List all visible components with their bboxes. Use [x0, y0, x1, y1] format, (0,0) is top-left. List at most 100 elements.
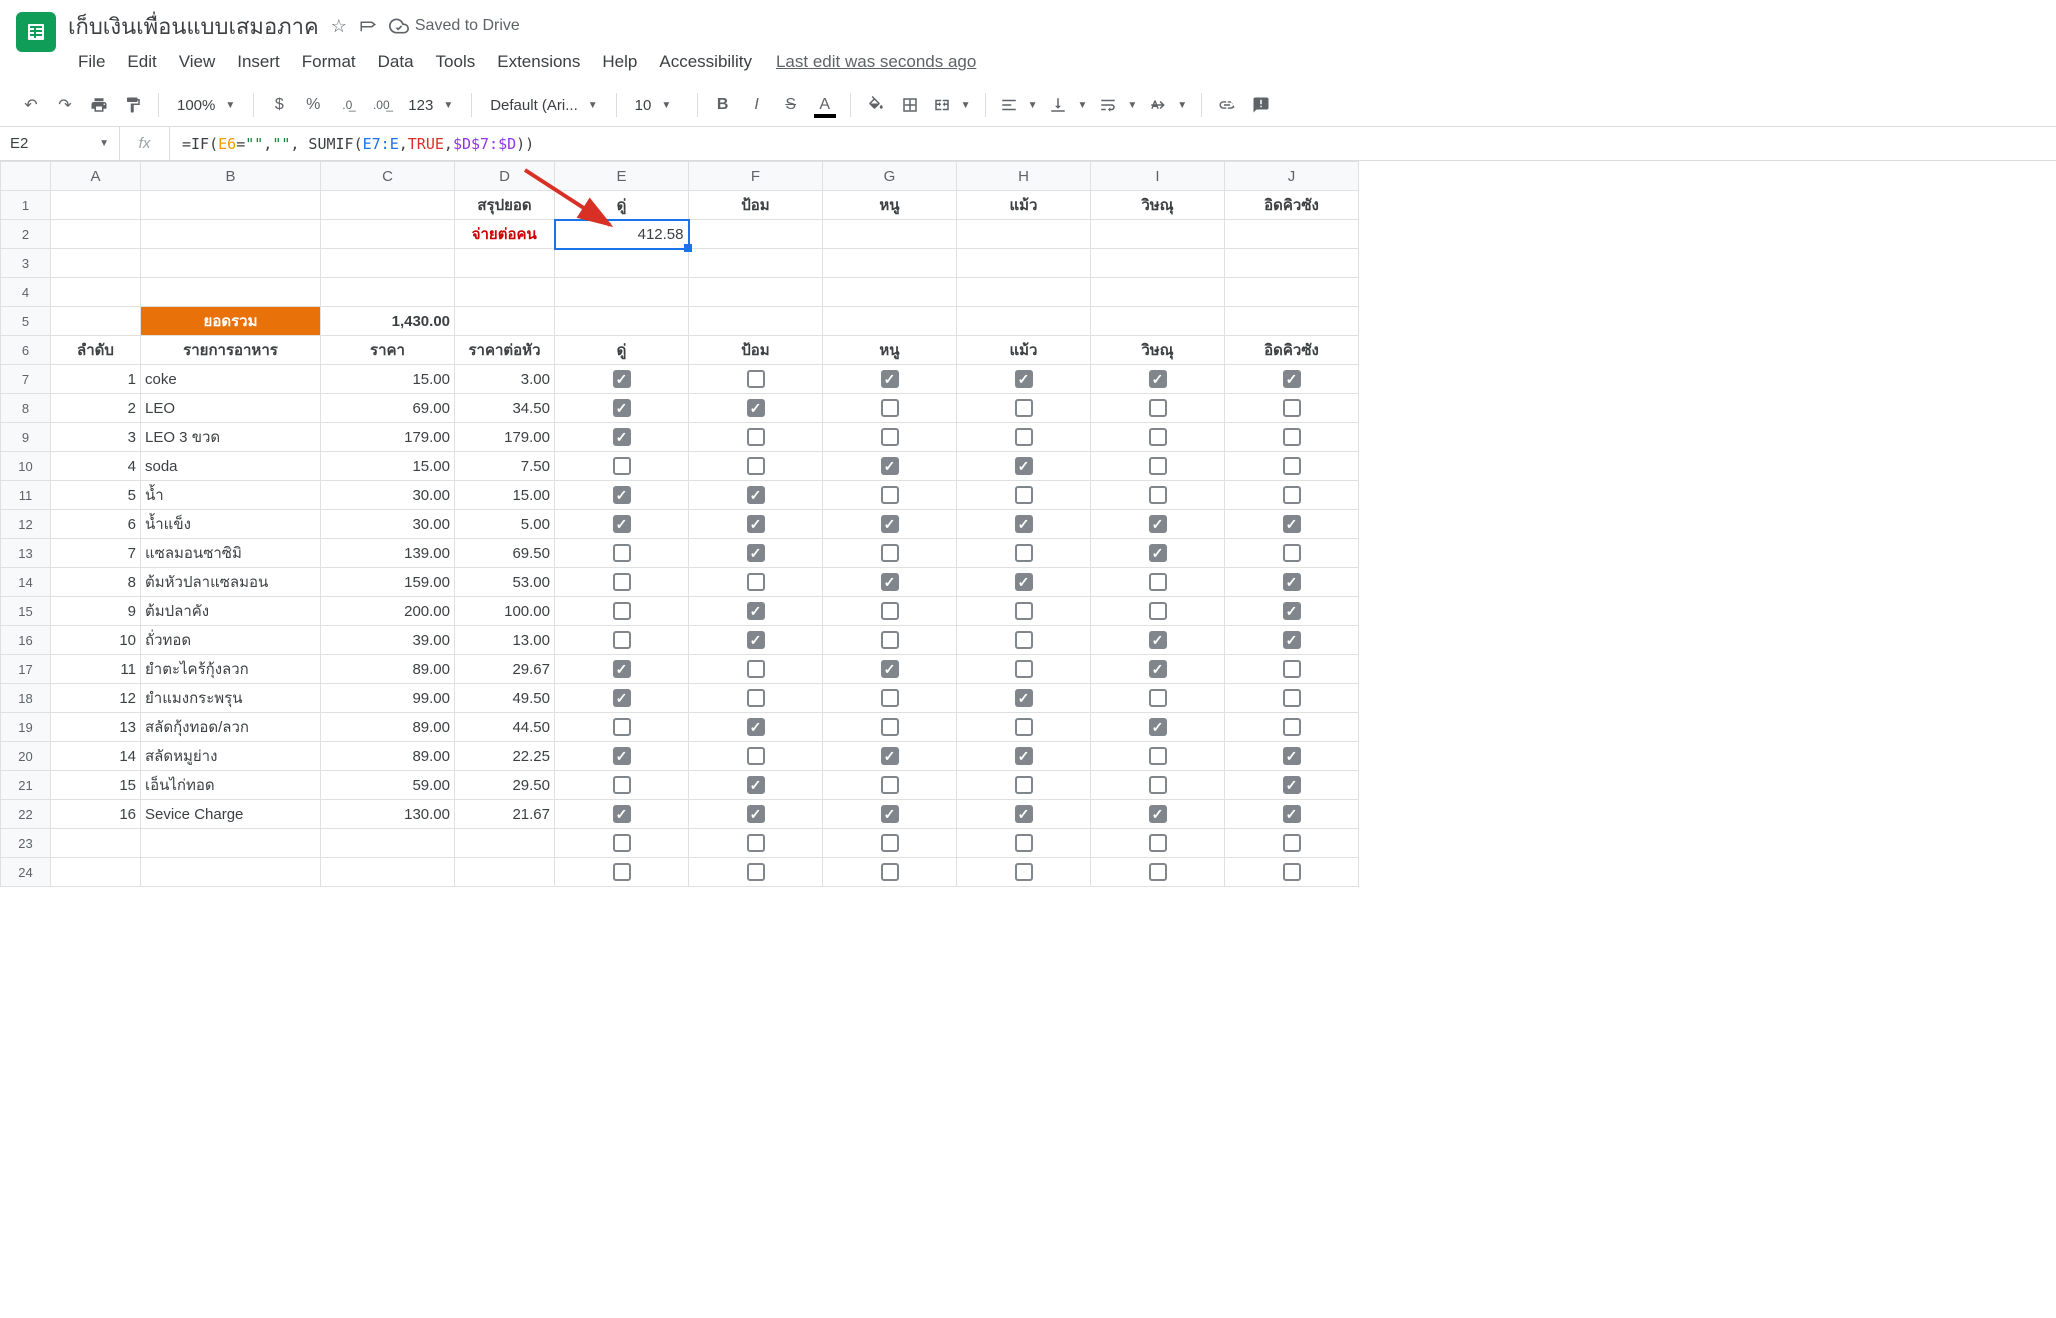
cell-chk-24-4[interactable] [1091, 858, 1225, 887]
currency-button[interactable]: $ [264, 90, 294, 120]
cell-chk-13-3[interactable] [957, 539, 1091, 568]
cell-chk-15-3[interactable] [957, 597, 1091, 626]
checkbox[interactable] [1283, 457, 1301, 475]
sheets-logo[interactable] [16, 12, 56, 52]
menu-tools[interactable]: Tools [426, 48, 486, 76]
row-header-22[interactable]: 22 [1, 800, 51, 829]
cell-chk-17-3[interactable] [957, 655, 1091, 684]
checkbox[interactable] [1015, 573, 1033, 591]
menu-accessibility[interactable]: Accessibility [649, 48, 762, 76]
bold-button[interactable]: B [708, 90, 738, 120]
row-header-8[interactable]: 8 [1, 394, 51, 423]
checkbox[interactable] [747, 399, 765, 417]
cell-A18[interactable]: 12 [51, 684, 141, 713]
fontsize-dropdown[interactable]: 10▼ [627, 90, 687, 120]
checkbox[interactable] [1015, 602, 1033, 620]
checkbox[interactable] [1149, 602, 1167, 620]
checkbox[interactable] [1283, 689, 1301, 707]
cell-B18[interactable]: ยำแมงกระพรุน [141, 684, 321, 713]
cell-D12[interactable]: 5.00 [455, 510, 555, 539]
cell-chk-15-0[interactable] [555, 597, 689, 626]
cell-chk-12-3[interactable] [957, 510, 1091, 539]
menu-data[interactable]: Data [368, 48, 424, 76]
cell-A21[interactable]: 15 [51, 771, 141, 800]
cell-G6[interactable]: หนู [823, 336, 957, 365]
cell-chk-17-2[interactable] [823, 655, 957, 684]
checkbox[interactable] [881, 747, 899, 765]
row-header-17[interactable]: 17 [1, 655, 51, 684]
cell-chk-22-5[interactable] [1225, 800, 1359, 829]
row-header-16[interactable]: 16 [1, 626, 51, 655]
cell-C16[interactable]: 39.00 [321, 626, 455, 655]
cell-A12[interactable]: 6 [51, 510, 141, 539]
checkbox[interactable] [1015, 660, 1033, 678]
checkbox[interactable] [1015, 863, 1033, 881]
checkbox[interactable] [1283, 428, 1301, 446]
cell-B15[interactable]: ต้มปลาคัง [141, 597, 321, 626]
row-header-11[interactable]: 11 [1, 481, 51, 510]
col-header-I[interactable]: I [1091, 162, 1225, 191]
cell-C8[interactable]: 69.00 [321, 394, 455, 423]
checkbox[interactable] [613, 457, 631, 475]
cell-chk-18-0[interactable] [555, 684, 689, 713]
cell-chk-15-2[interactable] [823, 597, 957, 626]
checkbox[interactable] [1283, 602, 1301, 620]
cell-chk-23-1[interactable] [689, 829, 823, 858]
checkbox[interactable] [1149, 457, 1167, 475]
row-header-6[interactable]: 6 [1, 336, 51, 365]
cell-A10[interactable]: 4 [51, 452, 141, 481]
cell-B20[interactable]: สลัดหมูย่าง [141, 742, 321, 771]
cell-chk-17-5[interactable] [1225, 655, 1359, 684]
cell-chk-11-4[interactable] [1091, 481, 1225, 510]
checkbox[interactable] [881, 428, 899, 446]
cell-chk-10-4[interactable] [1091, 452, 1225, 481]
checkbox[interactable] [1283, 747, 1301, 765]
row-header-18[interactable]: 18 [1, 684, 51, 713]
checkbox[interactable] [1015, 718, 1033, 736]
cell-chk-7-5[interactable] [1225, 365, 1359, 394]
checkbox[interactable] [613, 834, 631, 852]
checkbox[interactable] [613, 863, 631, 881]
cell-chk-14-3[interactable] [957, 568, 1091, 597]
cell-H1[interactable]: แม้ว [957, 191, 1091, 220]
checkbox[interactable] [747, 689, 765, 707]
menu-edit[interactable]: Edit [117, 48, 166, 76]
cell-chk-11-0[interactable] [555, 481, 689, 510]
cell-chk-10-2[interactable] [823, 452, 957, 481]
checkbox[interactable] [747, 573, 765, 591]
checkbox[interactable] [747, 863, 765, 881]
cell-C22[interactable]: 130.00 [321, 800, 455, 829]
checkbox[interactable] [613, 544, 631, 562]
cell-B7[interactable]: coke [141, 365, 321, 394]
checkbox[interactable] [613, 689, 631, 707]
cell-chk-16-4[interactable] [1091, 626, 1225, 655]
cell-chk-18-4[interactable] [1091, 684, 1225, 713]
cell-A22[interactable]: 16 [51, 800, 141, 829]
col-header-A[interactable]: A [51, 162, 141, 191]
select-all-corner[interactable] [1, 162, 51, 191]
cell-chk-19-0[interactable] [555, 713, 689, 742]
checkbox[interactable] [881, 631, 899, 649]
row-header-3[interactable]: 3 [1, 249, 51, 278]
cell-chk-21-1[interactable] [689, 771, 823, 800]
row-header-13[interactable]: 13 [1, 539, 51, 568]
checkbox[interactable] [1149, 689, 1167, 707]
checkbox[interactable] [881, 399, 899, 417]
cell-chk-19-4[interactable] [1091, 713, 1225, 742]
checkbox[interactable] [613, 805, 631, 823]
cell-D8[interactable]: 34.50 [455, 394, 555, 423]
cell-chk-18-2[interactable] [823, 684, 957, 713]
cell-C20[interactable]: 89.00 [321, 742, 455, 771]
cell-chk-17-4[interactable] [1091, 655, 1225, 684]
cell-B17[interactable]: ยำตะไคร้กุ้งลวก [141, 655, 321, 684]
cell-C21[interactable]: 59.00 [321, 771, 455, 800]
col-header-C[interactable]: C [321, 162, 455, 191]
cell-B21[interactable]: เอ็นไก่ทอด [141, 771, 321, 800]
cell-chk-22-3[interactable] [957, 800, 1091, 829]
checkbox[interactable] [613, 631, 631, 649]
print-button[interactable] [84, 90, 114, 120]
cell-D21[interactable]: 29.50 [455, 771, 555, 800]
checkbox[interactable] [1149, 718, 1167, 736]
cell-F6[interactable]: ป้อม [689, 336, 823, 365]
checkbox[interactable] [747, 602, 765, 620]
